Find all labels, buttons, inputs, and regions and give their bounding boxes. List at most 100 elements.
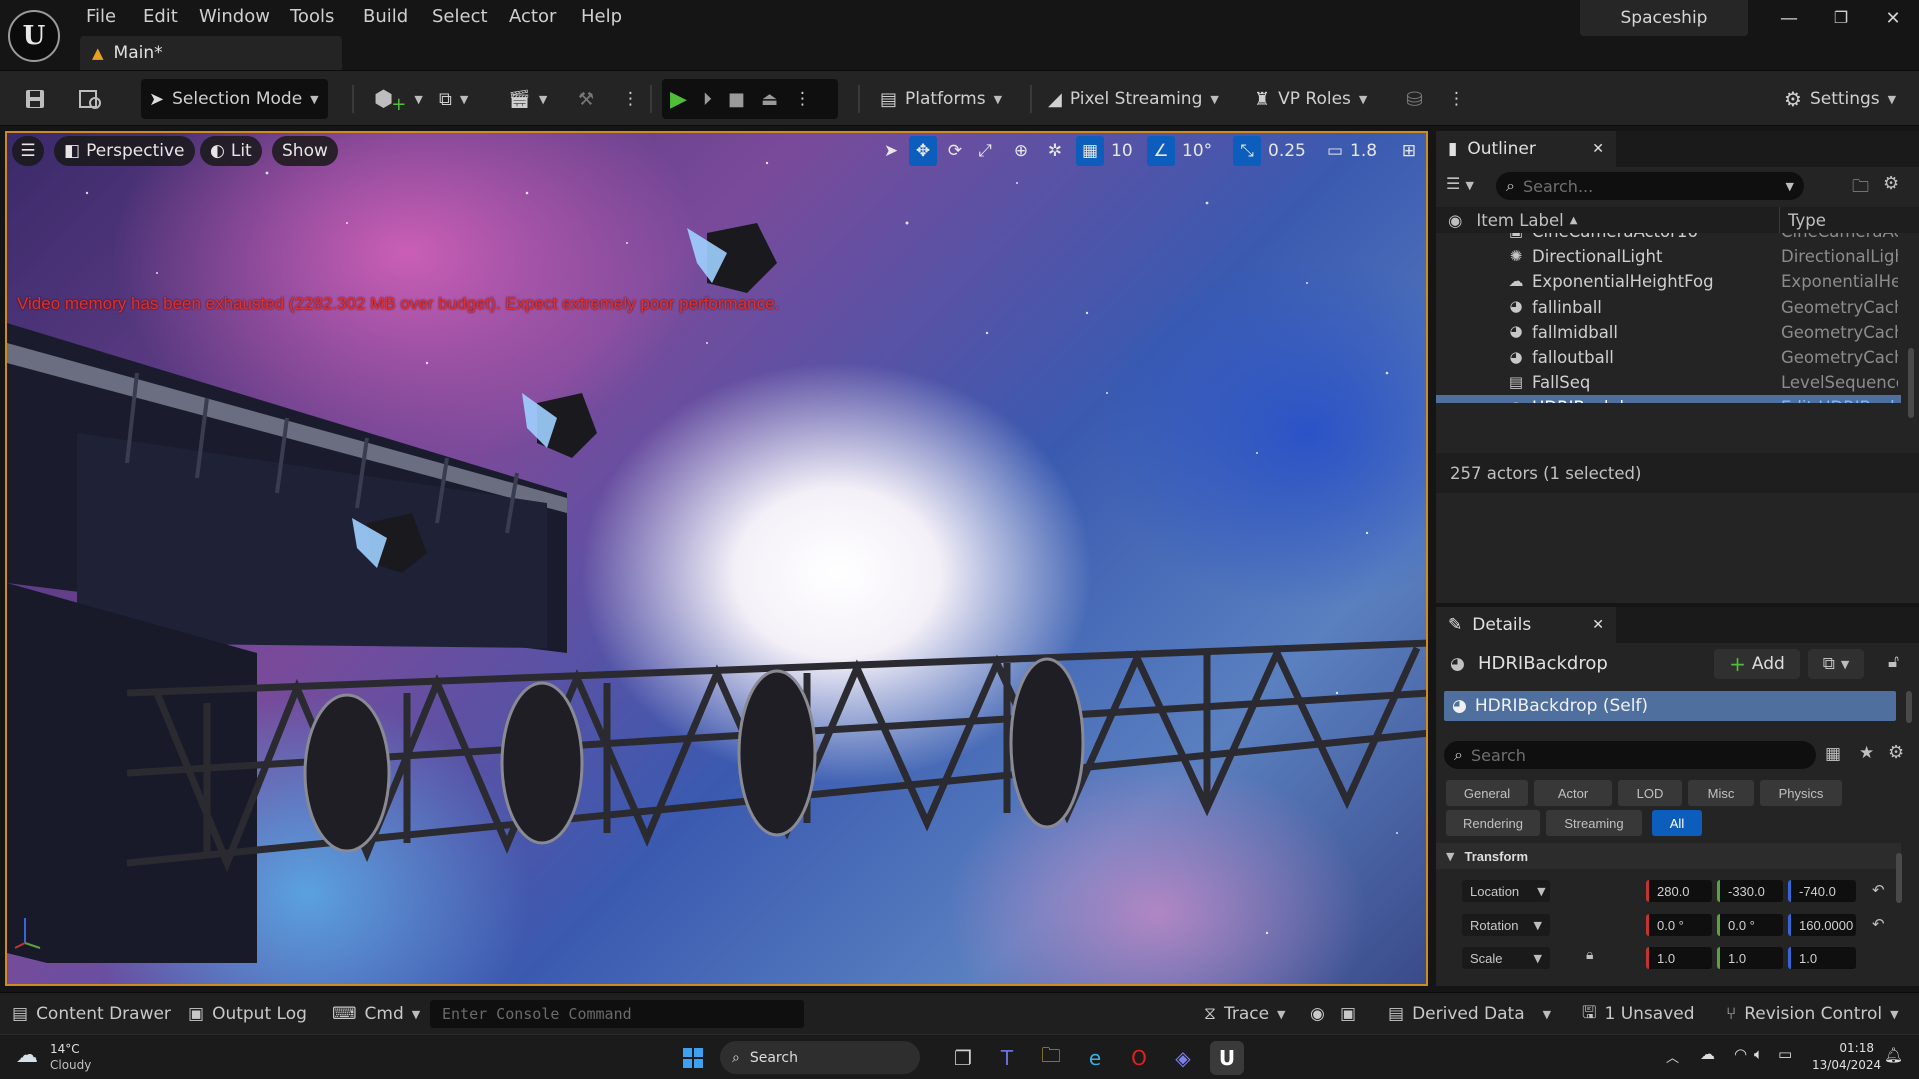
clock-date[interactable]: 13/04/2024: [1812, 1058, 1881, 1072]
outliner-row[interactable]: ◕ falloutball GeometryCach: [1436, 345, 1901, 370]
battery-icon[interactable]: ▭: [1778, 1045, 1792, 1063]
discord-icon[interactable]: ◈: [1166, 1041, 1200, 1075]
close-icon[interactable]: ✕: [1878, 8, 1908, 34]
grid-snap-value[interactable]: 10: [1111, 136, 1133, 166]
tab-main-level[interactable]: ▲ Main*: [80, 36, 342, 70]
source-control-icon[interactable]: ⛁: [1398, 79, 1431, 119]
select-mode-icon[interactable]: ➤: [879, 136, 903, 166]
trace-button[interactable]: ⧖ Trace ▼: [1204, 993, 1286, 1035]
add-actor-button[interactable]: ⬢ + ▼: [366, 79, 431, 119]
clock-time[interactable]: 01:18: [1812, 1041, 1874, 1055]
category-rendering[interactable]: Rendering: [1446, 810, 1540, 836]
reset-icon[interactable]: ↶: [1872, 881, 1885, 899]
rotation-snap-value[interactable]: 10°: [1182, 136, 1212, 166]
step-icon[interactable]: ⏵︎: [703, 89, 712, 110]
category-streaming[interactable]: Streaming: [1546, 810, 1642, 836]
scale-snap-value[interactable]: 0.25: [1268, 136, 1306, 166]
scale-icon[interactable]: ⤢: [973, 136, 997, 166]
component-self-row[interactable]: ◕ HDRIBackdrop (Self): [1444, 691, 1896, 721]
more-options-icon[interactable]: ⋮: [614, 79, 647, 119]
wifi-icon[interactable]: ◠: [1734, 1045, 1747, 1063]
rotation-x[interactable]: 0.0 °: [1646, 914, 1712, 936]
restore-icon[interactable]: ❐: [1826, 8, 1856, 34]
platforms-button[interactable]: ▤ Platforms ▼: [872, 79, 1010, 119]
scale-x[interactable]: 1.0: [1646, 947, 1712, 969]
surface-snap-icon[interactable]: ✲: [1043, 136, 1067, 166]
cloud-sync-icon[interactable]: ☁: [1700, 1045, 1715, 1063]
visibility-eye-icon[interactable]: ◉: [1448, 399, 1461, 403]
lock-icon[interactable]: 🔒︎: [1586, 947, 1593, 963]
notification-bell-icon[interactable]: 🔔︎: [1884, 1046, 1903, 1064]
content-browser-icon[interactable]: [70, 79, 112, 119]
category-physics[interactable]: Physics: [1760, 780, 1842, 806]
transform-section-header[interactable]: ▼ Transform: [1436, 843, 1901, 869]
visibility-eye-icon[interactable]: ◉: [1448, 211, 1462, 230]
reset-icon[interactable]: ↶: [1872, 915, 1885, 933]
category-misc[interactable]: Misc: [1688, 780, 1754, 806]
menu-window[interactable]: Window: [195, 4, 274, 29]
derived-data-button[interactable]: ▤ Derived Data ▼: [1388, 993, 1551, 1035]
location-x[interactable]: 280.0: [1646, 880, 1712, 902]
location-y[interactable]: -330.0: [1717, 880, 1783, 902]
outliner-row[interactable]: ▣ CineCameraActor16 CineCameraAc: [1436, 233, 1901, 244]
rotate-icon[interactable]: ⟳: [943, 136, 967, 166]
scale-dropdown[interactable]: Scale ▼: [1462, 947, 1550, 969]
filter-icon[interactable]: ☰ ▼: [1446, 174, 1474, 193]
output-log-button[interactable]: ▣ Output Log: [188, 993, 307, 1035]
menu-select[interactable]: Select: [428, 4, 492, 29]
lit-button[interactable]: ◐ Lit: [200, 136, 262, 166]
outliner-row[interactable]: ✺ DirectionalLight DirectionalLigh: [1436, 244, 1901, 269]
stop-icon[interactable]: ■: [728, 89, 745, 110]
level-viewport[interactable]: ☰ ◧ Perspective ◐ Lit Show ➤ ✥ ⟳ ⤢ ⊕ ✲ ▦…: [5, 131, 1428, 986]
outliner-search-input[interactable]: ⌕ Search... ▼: [1496, 172, 1804, 200]
category-lod[interactable]: LOD: [1618, 780, 1682, 806]
category-actor[interactable]: Actor: [1534, 780, 1612, 806]
outliner-scrollbar[interactable]: [1908, 348, 1914, 418]
add-folder-icon[interactable]: 🗀︎: [1852, 174, 1869, 203]
eject-icon[interactable]: ⏏: [761, 89, 778, 110]
play-icon[interactable]: ▶: [670, 87, 687, 112]
details-scrollbar[interactable]: [1896, 853, 1902, 903]
location-dropdown[interactable]: Location ▼: [1462, 880, 1550, 902]
pixel-streaming-button[interactable]: ◢ Pixel Streaming ▼: [1040, 79, 1227, 119]
translate-icon[interactable]: ✥: [909, 136, 937, 166]
more-options-icon[interactable]: ⋮: [794, 89, 811, 109]
table-view-icon[interactable]: ▦: [1825, 744, 1841, 764]
selection-mode-button[interactable]: ➤ Selection Mode ▼: [141, 79, 328, 119]
column-type[interactable]: Type: [1788, 211, 1826, 230]
item-type[interactable]: Edit HDRIBack: [1781, 398, 1898, 403]
save-icon[interactable]: [16, 79, 54, 119]
tab-outliner[interactable]: ▮ Outliner ✕: [1436, 131, 1616, 167]
close-icon[interactable]: ✕: [1592, 141, 1604, 157]
details-search-input[interactable]: ⌕ Search: [1444, 741, 1816, 769]
menu-help[interactable]: Help: [577, 4, 626, 29]
gear-icon[interactable]: ⚙: [1883, 173, 1899, 194]
column-item-label[interactable]: Item Label: [1476, 211, 1563, 230]
minimize-icon[interactable]: —: [1774, 8, 1804, 34]
outliner-row[interactable]: ◕ fallinball GeometryCach: [1436, 295, 1901, 320]
settings-button[interactable]: ⚙ Settings ▼: [1776, 79, 1904, 119]
gear-icon[interactable]: ⚙: [1888, 742, 1904, 763]
rotation-y[interactable]: 0.0 °: [1717, 914, 1783, 936]
menu-actor[interactable]: Actor: [505, 4, 560, 29]
blueprints-button[interactable]: ⧉ ▼: [431, 79, 476, 119]
vp-roles-button[interactable]: ♜ VP Roles ▼: [1246, 79, 1375, 119]
outliner-row[interactable]: ▤ FallSeq LevelSequence: [1436, 370, 1901, 395]
star-icon[interactable]: ★: [1859, 743, 1874, 763]
add-component-button[interactable]: + Add: [1714, 649, 1800, 679]
revision-control-button[interactable]: ⑂ Revision Control ▼: [1726, 993, 1899, 1035]
cinematics-button[interactable]: 🎬︎ ▼: [500, 79, 555, 119]
file-explorer-icon[interactable]: 🗀︎: [1034, 1041, 1068, 1075]
screenshot-icon[interactable]: ▣: [1340, 993, 1356, 1035]
show-button[interactable]: Show: [272, 136, 338, 166]
scale-z[interactable]: 1.0: [1788, 947, 1856, 969]
components-scrollbar[interactable]: [1906, 691, 1912, 723]
category-all[interactable]: All: [1652, 810, 1702, 836]
menu-build[interactable]: Build: [359, 4, 412, 29]
close-icon[interactable]: ✕: [1592, 617, 1604, 633]
console-command-input[interactable]: Enter Console Command: [430, 1000, 804, 1028]
menu-edit[interactable]: Edit: [139, 4, 182, 29]
location-z[interactable]: -740.0: [1788, 880, 1856, 902]
record-icon[interactable]: ◉: [1310, 993, 1325, 1035]
unreal-logo-icon[interactable]: U: [8, 10, 60, 62]
